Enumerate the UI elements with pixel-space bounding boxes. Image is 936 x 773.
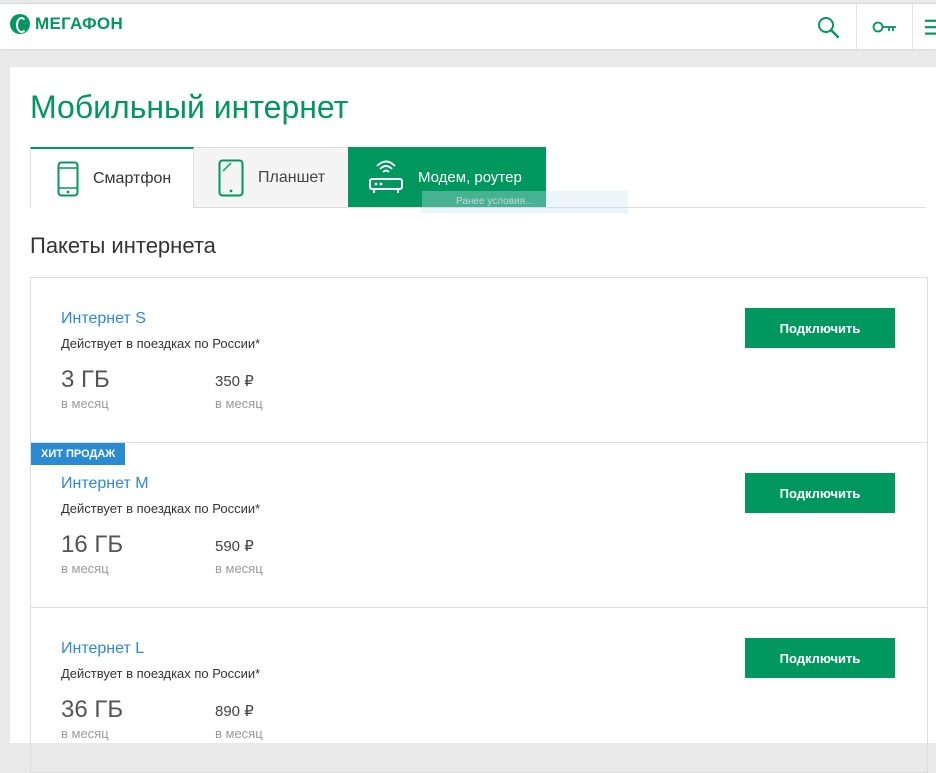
- package-price: 890 ₽: [215, 703, 254, 720]
- package-price-period: в месяц: [215, 396, 263, 411]
- brand-name: МЕГАФОН: [35, 14, 124, 33]
- tablet-icon: [218, 159, 244, 197]
- package-price-period: в месяц: [215, 726, 263, 741]
- package-card: Интернет S Действует в поездках по Росси…: [31, 278, 927, 443]
- megafon-logo[interactable]: МЕГАФОН: [10, 14, 123, 34]
- main-content: Мобильный интернет Смартфон Планшет Моде…: [10, 67, 936, 773]
- package-name-link[interactable]: Интернет S: [61, 310, 146, 328]
- package-description: Действует в поездках по России*: [61, 666, 261, 681]
- top-header: МЕГАФОН: [0, 3, 936, 49]
- package-name-link[interactable]: Интернет L: [61, 640, 144, 658]
- package-card: Интернет L Действует в поездках по Росси…: [31, 608, 927, 773]
- smartphone-icon: [57, 161, 79, 197]
- package-description: Действует в поездках по России*: [61, 501, 261, 516]
- package-volume: 36 ГБ: [61, 696, 124, 723]
- package-card: ХИТ ПРОДАЖ Интернет M Действует в поездк…: [31, 443, 927, 608]
- menu-button[interactable]: [912, 4, 936, 49]
- package-name-link[interactable]: Интернет M: [61, 475, 149, 493]
- page-title: Мобильный интернет: [30, 89, 349, 125]
- search-icon: [818, 16, 840, 38]
- connect-button[interactable]: Подключить: [745, 638, 895, 678]
- tab-smartphone[interactable]: Смартфон: [30, 147, 194, 208]
- tab-tablet-label: Планшет: [258, 168, 326, 186]
- package-price: 350 ₽: [215, 373, 254, 390]
- package-volume-period: в месяц: [61, 396, 109, 411]
- bestseller-badge: ХИТ ПРОДАЖ: [31, 443, 126, 465]
- packages-list: Интернет S Действует в поездках по Росси…: [30, 277, 928, 773]
- connect-button[interactable]: Подключить: [745, 473, 895, 513]
- key-icon: [872, 21, 896, 32]
- tab-tooltip: Ранее условия...: [422, 191, 628, 213]
- package-description: Действует в поездках по России*: [61, 336, 261, 351]
- connect-button[interactable]: Подключить: [745, 308, 895, 348]
- router-icon: [368, 159, 404, 195]
- package-price: 590 ₽: [215, 538, 254, 555]
- menu-icon: [925, 19, 936, 35]
- package-volume: 16 ГБ: [61, 531, 124, 558]
- section-title: Пакеты интернета: [30, 233, 216, 258]
- login-button[interactable]: [856, 4, 913, 49]
- tab-tablet[interactable]: Планшет: [194, 147, 348, 207]
- search-button[interactable]: [800, 4, 856, 49]
- megafon-logo-icon: [10, 14, 30, 34]
- tab-smartphone-label: Смартфон: [93, 169, 172, 187]
- package-volume-period: в месяц: [61, 726, 109, 741]
- package-volume-period: в месяц: [61, 561, 109, 576]
- package-volume: 3 ГБ: [61, 366, 110, 393]
- tab-modem-label: Модем, роутер: [418, 168, 522, 186]
- package-price-period: в месяц: [215, 561, 263, 576]
